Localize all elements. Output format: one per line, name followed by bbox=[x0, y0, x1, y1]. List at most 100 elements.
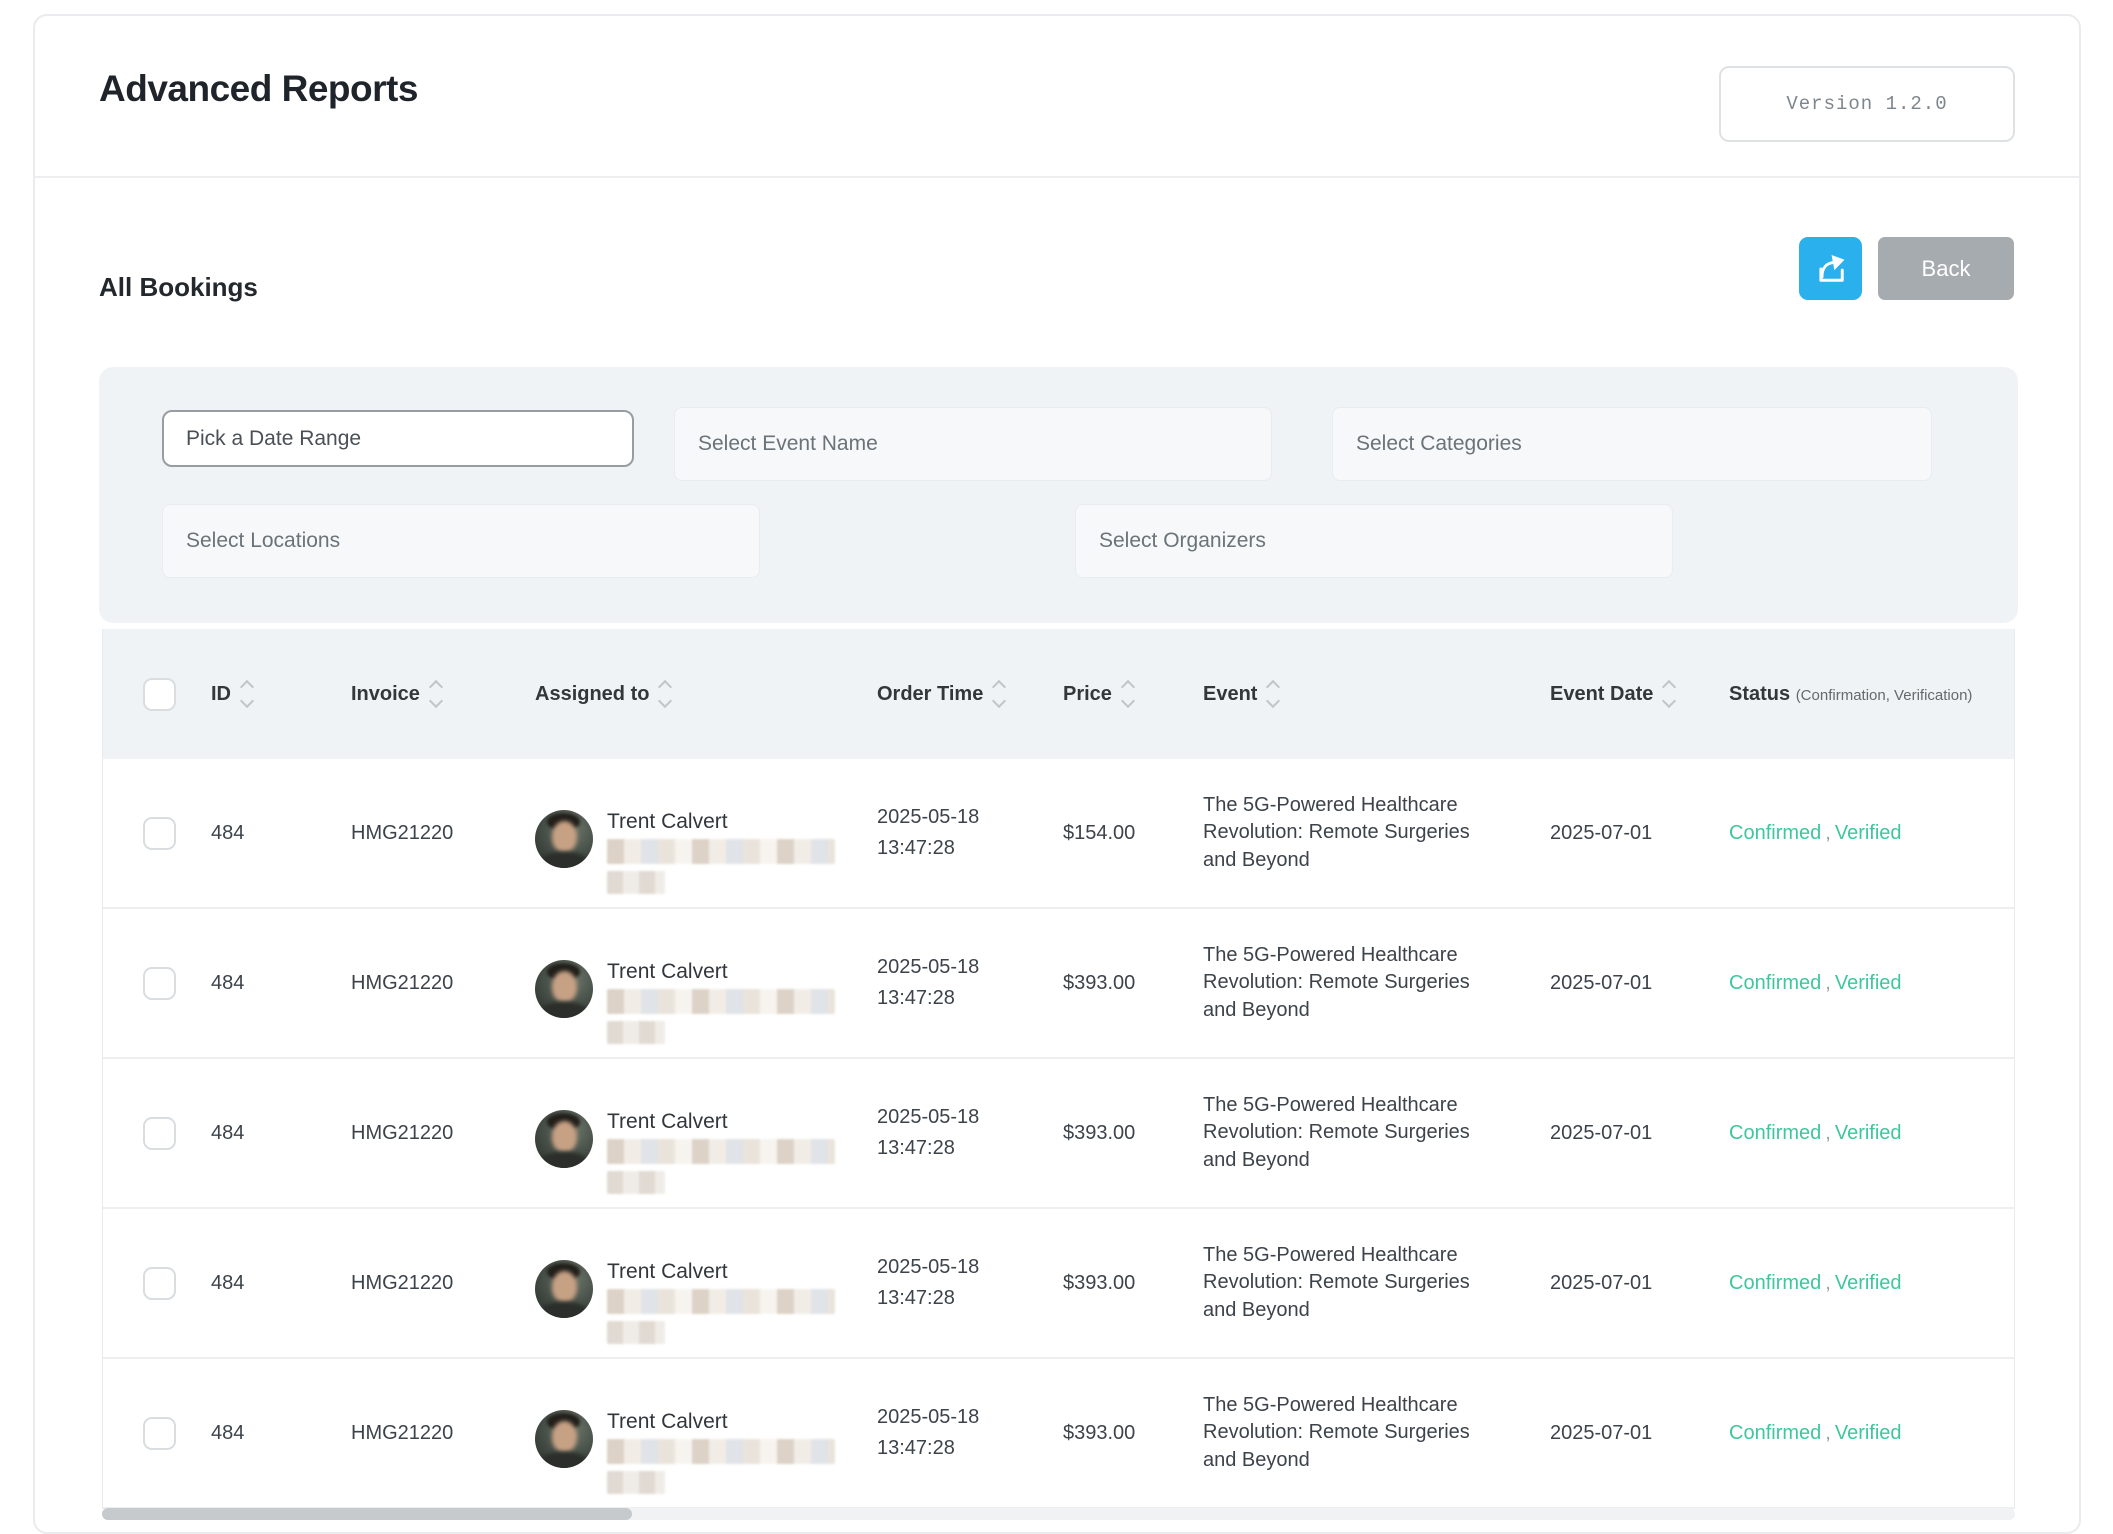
status-separator: , bbox=[1821, 1422, 1835, 1444]
event-date-value: 2025-07-01 bbox=[1550, 972, 1652, 995]
status-separator: , bbox=[1821, 822, 1835, 844]
table-body: 484 HMG21220 Trent Calvert 2025-05-18 13… bbox=[103, 759, 2014, 1509]
order-date: 2025-05-18 bbox=[877, 1252, 979, 1283]
status-confirmed: Confirmed bbox=[1729, 972, 1821, 994]
redacted-text-line2 bbox=[607, 1171, 665, 1194]
categories-select[interactable]: Select Categories bbox=[1332, 407, 1932, 481]
horizontal-scrollbar-thumb[interactable] bbox=[102, 1508, 632, 1520]
sort-invoice-control[interactable] bbox=[431, 682, 441, 706]
table-row: 484 HMG21220 Trent Calvert 2025-05-18 13… bbox=[103, 1209, 2014, 1359]
event-title: The 5G-Powered Healthcare Revolution: Re… bbox=[1203, 1392, 1475, 1475]
header-assigned-to: Assigned to bbox=[535, 683, 649, 706]
avatar-face bbox=[552, 971, 577, 1002]
redacted-text-line1 bbox=[607, 1139, 835, 1164]
chevron-up-icon bbox=[429, 680, 443, 694]
redacted-text-line1 bbox=[607, 839, 835, 864]
redacted-text-line1 bbox=[607, 1289, 835, 1314]
invoice-number: HMG21220 bbox=[351, 1422, 453, 1445]
locations-select[interactable]: Select Locations bbox=[162, 504, 760, 578]
sort-event-date-control[interactable] bbox=[1664, 682, 1674, 706]
status-verified: Verified bbox=[1835, 1422, 1902, 1444]
price-value: $393.00 bbox=[1063, 1422, 1135, 1445]
status-confirmed: Confirmed bbox=[1729, 1272, 1821, 1294]
table-row: 484 HMG21220 Trent Calvert 2025-05-18 13… bbox=[103, 1059, 2014, 1209]
section-title: All Bookings bbox=[99, 272, 258, 303]
redacted-text-line2 bbox=[607, 1021, 665, 1044]
event-name-select[interactable]: Select Event Name bbox=[674, 407, 1272, 481]
status-separator: , bbox=[1821, 972, 1835, 994]
categories-placeholder: Select Categories bbox=[1356, 432, 1522, 456]
avatar-face bbox=[552, 1421, 577, 1452]
row-checkbox[interactable] bbox=[143, 1117, 176, 1150]
price-value: $393.00 bbox=[1063, 1272, 1135, 1295]
row-checkbox[interactable] bbox=[143, 1267, 176, 1300]
back-button[interactable]: Back bbox=[1878, 237, 2014, 300]
row-checkbox[interactable] bbox=[143, 967, 176, 1000]
chevron-down-icon bbox=[992, 694, 1006, 708]
row-checkbox[interactable] bbox=[143, 817, 176, 850]
status-verified: Verified bbox=[1835, 972, 1902, 994]
horizontal-scrollbar bbox=[102, 1508, 2015, 1520]
event-title: The 5G-Powered Healthcare Revolution: Re… bbox=[1203, 1242, 1475, 1325]
sort-price-control[interactable] bbox=[1123, 682, 1133, 706]
organizers-placeholder: Select Organizers bbox=[1099, 529, 1266, 553]
chevron-down-icon bbox=[240, 694, 254, 708]
sort-id-control[interactable] bbox=[242, 682, 252, 706]
status-confirmed: Confirmed bbox=[1729, 822, 1821, 844]
order-time: 13:47:28 bbox=[877, 833, 979, 864]
redacted-text-line2 bbox=[607, 1471, 665, 1494]
table-header-row: ID Invoice Assigned to Order Time Price … bbox=[103, 629, 2014, 759]
locations-placeholder: Select Locations bbox=[186, 529, 340, 553]
avatar bbox=[535, 1260, 593, 1318]
booking-id: 484 bbox=[211, 972, 244, 995]
chevron-up-icon bbox=[1266, 680, 1280, 694]
booking-id: 484 bbox=[211, 1272, 244, 1295]
price-value: $154.00 bbox=[1063, 822, 1135, 845]
avatar-shoulders bbox=[539, 1452, 589, 1468]
header-id: ID bbox=[211, 683, 231, 706]
order-date: 2025-05-18 bbox=[877, 1102, 979, 1133]
assigned-person-name: Trent Calvert bbox=[607, 1410, 835, 1434]
row-checkbox[interactable] bbox=[143, 1417, 176, 1450]
redacted-text-line2 bbox=[607, 1321, 665, 1344]
assigned-person-name: Trent Calvert bbox=[607, 810, 835, 834]
sort-event-control[interactable] bbox=[1268, 682, 1278, 706]
event-name-placeholder: Select Event Name bbox=[698, 432, 878, 456]
order-time: 13:47:28 bbox=[877, 983, 979, 1014]
sort-order-time-control[interactable] bbox=[994, 682, 1004, 706]
status-verified: Verified bbox=[1835, 1122, 1902, 1144]
avatar-shoulders bbox=[539, 1302, 589, 1318]
chevron-down-icon bbox=[429, 694, 443, 708]
redacted-text-line1 bbox=[607, 989, 835, 1014]
date-range-input[interactable] bbox=[162, 410, 634, 467]
invoice-number: HMG21220 bbox=[351, 822, 453, 845]
chevron-up-icon bbox=[658, 680, 672, 694]
header-price: Price bbox=[1063, 683, 1112, 706]
assigned-person-name: Trent Calvert bbox=[607, 960, 835, 984]
invoice-number: HMG21220 bbox=[351, 1272, 453, 1295]
invoice-number: HMG21220 bbox=[351, 1122, 453, 1145]
header-event-date: Event Date bbox=[1550, 683, 1653, 706]
avatar bbox=[535, 960, 593, 1018]
assigned-person-name: Trent Calvert bbox=[607, 1110, 835, 1134]
advanced-reports-card: Advanced Reports Version 1.2.0 All Booki… bbox=[33, 14, 2081, 1534]
status-separator: , bbox=[1821, 1272, 1835, 1294]
sort-assigned-control[interactable] bbox=[660, 682, 670, 706]
organizers-select[interactable]: Select Organizers bbox=[1075, 504, 1673, 578]
header-order-time: Order Time bbox=[877, 683, 983, 706]
booking-id: 484 bbox=[211, 1422, 244, 1445]
select-all-checkbox[interactable] bbox=[143, 678, 176, 711]
avatar bbox=[535, 810, 593, 868]
event-title: The 5G-Powered Healthcare Revolution: Re… bbox=[1203, 1092, 1475, 1175]
chevron-down-icon bbox=[1266, 694, 1280, 708]
version-badge: Version 1.2.0 bbox=[1719, 66, 2015, 142]
status-confirmed: Confirmed bbox=[1729, 1122, 1821, 1144]
order-time: 13:47:28 bbox=[877, 1433, 979, 1464]
booking-id: 484 bbox=[211, 822, 244, 845]
order-date: 2025-05-18 bbox=[877, 1402, 979, 1433]
export-button[interactable] bbox=[1799, 237, 1862, 300]
order-date: 2025-05-18 bbox=[877, 802, 979, 833]
order-date: 2025-05-18 bbox=[877, 952, 979, 983]
card-header: Advanced Reports Version 1.2.0 bbox=[35, 16, 2079, 178]
filter-panel: Select Event Name Select Categories Sele… bbox=[99, 367, 2018, 623]
